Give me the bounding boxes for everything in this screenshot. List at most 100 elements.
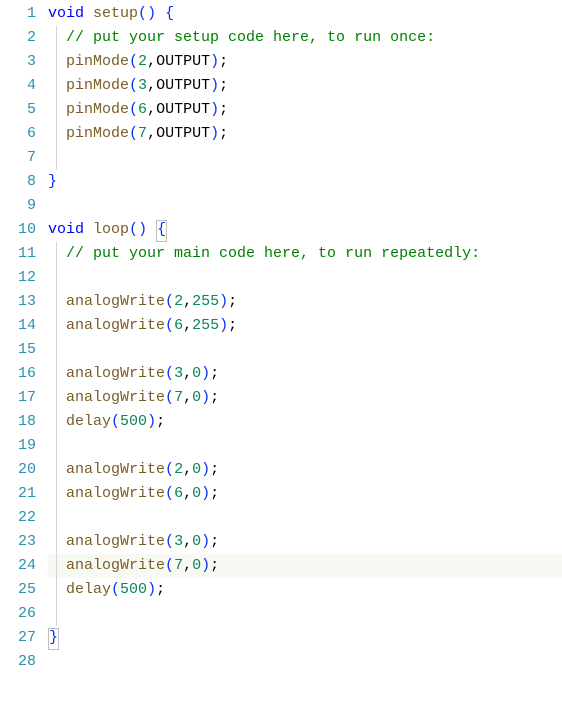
paren: )	[147, 581, 156, 598]
function-name: setup	[93, 5, 138, 22]
matching-brace: {	[156, 220, 167, 242]
paren: (	[165, 365, 174, 382]
indent	[48, 485, 66, 502]
code-area[interactable]: void setup() { // put your setup code he…	[40, 0, 562, 706]
indent	[48, 53, 66, 70]
number: 255	[192, 293, 219, 310]
code-line[interactable]: // put your main code here, to run repea…	[48, 242, 562, 266]
indent	[48, 245, 66, 262]
line-number: 20	[0, 458, 36, 482]
comma: ,	[147, 53, 156, 70]
number: 6	[138, 101, 147, 118]
code-line[interactable]: delay(500);	[48, 410, 562, 434]
semicolon: ;	[210, 533, 219, 550]
paren: (	[138, 5, 147, 22]
constant: OUTPUT	[156, 77, 210, 94]
line-number: 9	[0, 194, 36, 218]
code-line[interactable]	[48, 266, 562, 290]
code-line[interactable]: void setup() {	[48, 2, 562, 26]
comma: ,	[183, 557, 192, 574]
line-number: 10	[0, 218, 36, 242]
paren: )	[201, 557, 210, 574]
code-line[interactable]: // put your setup code here, to run once…	[48, 26, 562, 50]
line-number: 15	[0, 338, 36, 362]
code-line-current[interactable]: analogWrite(7,0);	[48, 554, 562, 578]
brace: {	[165, 5, 174, 22]
code-line[interactable]	[48, 506, 562, 530]
number: 3	[138, 77, 147, 94]
semicolon: ;	[156, 413, 165, 430]
comma: ,	[183, 389, 192, 406]
function-call: pinMode	[66, 101, 129, 118]
function-call: analogWrite	[66, 317, 165, 334]
number: 3	[174, 365, 183, 382]
line-number: 18	[0, 410, 36, 434]
paren: (	[165, 485, 174, 502]
indent	[48, 533, 66, 550]
paren: )	[201, 365, 210, 382]
code-line[interactable]: analogWrite(3,0);	[48, 530, 562, 554]
semicolon: ;	[219, 125, 228, 142]
paren: (	[129, 125, 138, 142]
comma: ,	[183, 461, 192, 478]
code-line[interactable]: analogWrite(7,0);	[48, 386, 562, 410]
code-line[interactable]	[48, 650, 562, 674]
indent	[48, 317, 66, 334]
comma: ,	[183, 533, 192, 550]
code-line[interactable]: delay(500);	[48, 578, 562, 602]
paren: )	[201, 485, 210, 502]
number: 0	[192, 533, 201, 550]
number: 6	[174, 485, 183, 502]
number: 6	[174, 317, 183, 334]
number: 2	[174, 461, 183, 478]
code-editor[interactable]: 1 2 3 4 5 6 7 8 9 10 11 12 13 14 15 16 1…	[0, 0, 562, 706]
number: 0	[192, 557, 201, 574]
function-call: delay	[66, 413, 111, 430]
semicolon: ;	[210, 557, 219, 574]
semicolon: ;	[210, 365, 219, 382]
code-line[interactable]	[48, 434, 562, 458]
paren: (	[129, 101, 138, 118]
code-line[interactable]: analogWrite(6,0);	[48, 482, 562, 506]
code-line[interactable]: void loop() {	[48, 218, 562, 242]
code-line[interactable]	[48, 602, 562, 626]
code-line[interactable]	[48, 194, 562, 218]
indent	[48, 29, 66, 46]
code-line[interactable]: analogWrite(3,0);	[48, 362, 562, 386]
paren: )	[201, 533, 210, 550]
code-line[interactable]: analogWrite(2,0);	[48, 458, 562, 482]
code-line[interactable]: }	[48, 626, 562, 650]
indent	[48, 389, 66, 406]
code-line[interactable]: analogWrite(2,255);	[48, 290, 562, 314]
semicolon: ;	[219, 101, 228, 118]
line-number: 16	[0, 362, 36, 386]
semicolon: ;	[228, 293, 237, 310]
number: 500	[120, 581, 147, 598]
line-number: 11	[0, 242, 36, 266]
semicolon: ;	[156, 581, 165, 598]
code-line[interactable]	[48, 338, 562, 362]
semicolon: ;	[219, 53, 228, 70]
number: 2	[138, 53, 147, 70]
matching-brace: }	[48, 628, 59, 650]
code-line[interactable]: analogWrite(6,255);	[48, 314, 562, 338]
indent	[48, 557, 66, 574]
constant: OUTPUT	[156, 125, 210, 142]
code-line[interactable]: pinMode(3,OUTPUT);	[48, 74, 562, 98]
paren: (	[165, 293, 174, 310]
paren: )	[210, 53, 219, 70]
semicolon: ;	[228, 317, 237, 334]
paren: )	[147, 413, 156, 430]
code-line[interactable]	[48, 146, 562, 170]
code-line[interactable]: pinMode(7,OUTPUT);	[48, 122, 562, 146]
number: 0	[192, 389, 201, 406]
function-call: pinMode	[66, 77, 129, 94]
number: 0	[192, 461, 201, 478]
function-name: loop	[93, 221, 129, 238]
code-line[interactable]: pinMode(2,OUTPUT);	[48, 50, 562, 74]
code-line[interactable]: pinMode(6,OUTPUT);	[48, 98, 562, 122]
semicolon: ;	[210, 461, 219, 478]
space	[147, 221, 156, 238]
line-number: 2	[0, 26, 36, 50]
code-line[interactable]: }	[48, 170, 562, 194]
